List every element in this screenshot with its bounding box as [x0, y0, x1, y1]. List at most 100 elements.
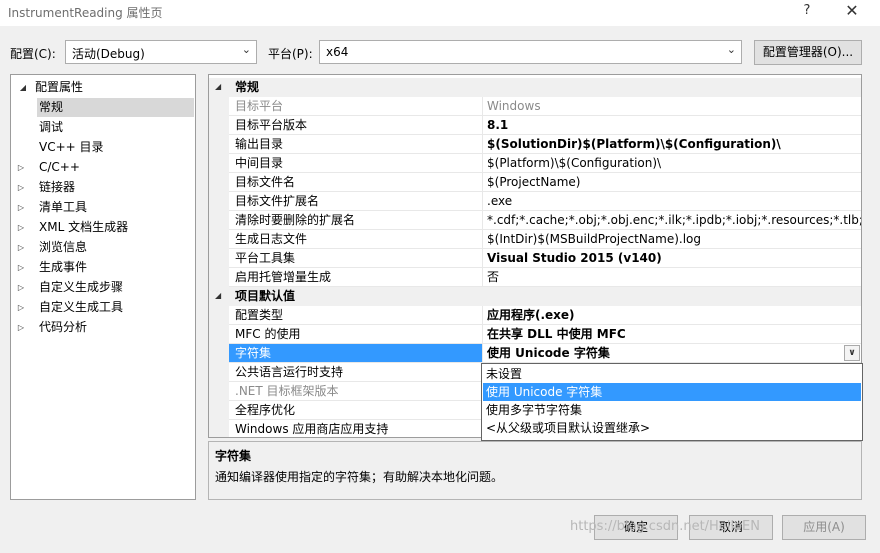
dropdown-option[interactable]: 使用多字节字符集	[483, 401, 861, 419]
property-value[interactable]: $(IntDir)$(MSBuildProjectName).log	[483, 230, 861, 249]
property-tree[interactable]: ◢ 配置属性 常规 调试 VC++ 目录 ▷ C/C++ ▷ 链接器 ▷ 清单工具 ▷ XML 文档…	[10, 74, 196, 500]
property-value[interactable]: .exe	[483, 192, 861, 211]
grid-row[interactable]: 生成日志文件 $(IntDir)$(MSBuildProjectName).log	[209, 230, 861, 249]
chevron-down-icon[interactable]: ∨	[844, 345, 860, 361]
collapsed-triangle-icon[interactable]: ▷	[15, 318, 27, 337]
property-value-text: $(IntDir)$(MSBuildProjectName).log	[487, 232, 702, 246]
property-value[interactable]: 在共享 DLL 中使用 MFC	[483, 325, 861, 344]
property-name: 生成日志文件	[229, 230, 483, 249]
tree-item[interactable]: 调试	[37, 118, 194, 137]
property-value[interactable]: $(Platform)\$(Configuration)\	[483, 154, 861, 173]
help-icon[interactable]: ?	[800, 3, 814, 18]
grid-row[interactable]: 清除时要删除的扩展名 *.cdf;*.cache;*.obj;*.obj.enc;…	[209, 211, 861, 230]
property-value-text: 否	[487, 270, 500, 284]
charset-dropdown-list[interactable]: 未设置 使用 Unicode 字符集 使用多字节字符集 <从父级或项目默认设置继承>	[481, 363, 863, 441]
grid-row[interactable]: 启用托管增量生成否	[209, 268, 861, 287]
apply-button[interactable]: 应用(A)	[782, 515, 866, 540]
tree-item-label: 生成事件	[39, 260, 88, 274]
property-name: 平台工具集	[229, 249, 483, 268]
config-value: 活动(Debug)	[72, 47, 145, 61]
property-value[interactable]: 使用 Unicode 字符集 ∨	[483, 344, 861, 363]
grid-category[interactable]: ◢ 常规	[209, 78, 861, 97]
tree-item[interactable]: ▷ 自定义生成步骤	[18, 278, 194, 297]
property-name: 目标平台	[229, 97, 483, 116]
tree-item[interactable]: ▷ 生成事件	[18, 258, 194, 277]
property-value-text: 在共享 DLL 中使用 MFC	[487, 327, 626, 341]
tree-item-label: 代码分析	[39, 320, 88, 334]
property-value[interactable]: 否	[483, 268, 861, 287]
property-name: .NET 目标框架版本	[229, 382, 483, 401]
grid-row[interactable]: 平台工具集 Visual Studio 2015 (v140)	[209, 249, 861, 268]
grid-row-gutter	[209, 325, 229, 344]
config-manager-button[interactable]: 配置管理器(O)...	[754, 40, 862, 65]
property-value-text: Visual Studio 2015 (v140)	[487, 251, 662, 265]
property-name: 输出目录	[229, 135, 483, 154]
grid-row[interactable]: 目标文件名 $(ProjectName)	[209, 173, 861, 192]
tree-item[interactable]: ▷ XML 文档生成器	[18, 218, 194, 237]
dropdown-option[interactable]: 未设置	[483, 365, 861, 383]
platform-select[interactable]: x64 ⌄	[319, 40, 742, 64]
grid-row[interactable]: 中间目录 $(Platform)\$(Configuration)\	[209, 154, 861, 173]
tree-item[interactable]: ▷ 浏览信息	[18, 238, 194, 257]
tree-item[interactable]: ▷ 清单工具	[18, 198, 194, 217]
grid-row-gutter	[209, 211, 229, 230]
tree-item[interactable]: ▷ 代码分析	[18, 318, 194, 337]
grid-row[interactable]: 配置类型 应用程序(.exe)	[209, 306, 861, 325]
property-value[interactable]: Visual Studio 2015 (v140)	[483, 249, 861, 268]
property-name: 清除时要删除的扩展名	[229, 211, 483, 230]
grid-row[interactable]: 目标平台版本 8.1	[209, 116, 861, 135]
grid-row-gutter	[209, 249, 229, 268]
property-value[interactable]: $(ProjectName)	[483, 173, 861, 192]
dropdown-option[interactable]: 使用 Unicode 字符集	[483, 383, 861, 401]
grid-row-gutter	[209, 230, 229, 249]
platform-value: x64	[326, 45, 349, 59]
tree-item[interactable]: ▷ C/C++	[18, 158, 194, 177]
tree-item[interactable]: 常规	[37, 98, 194, 117]
collapsed-triangle-icon[interactable]: ▷	[15, 278, 27, 297]
window-title: InstrumentReading 属性页	[8, 6, 163, 20]
tree-root[interactable]: ◢ 配置属性	[17, 78, 193, 97]
property-value[interactable]: 8.1	[483, 116, 861, 135]
watermark: https://blog.csdn.net/HelloEN	[570, 519, 760, 534]
expanded-triangle-icon[interactable]: ◢	[215, 291, 221, 300]
grid-category[interactable]: ◢ 项目默认值	[209, 287, 861, 306]
expanded-triangle-icon: ◢	[19, 83, 27, 92]
chevron-down-icon: ⌄	[241, 43, 251, 56]
property-value[interactable]: *.cdf;*.cache;*.obj;*.obj.enc;*.ilk;*.ip…	[483, 211, 861, 230]
property-value-text: .exe	[487, 194, 513, 208]
collapsed-triangle-icon[interactable]: ▷	[15, 238, 27, 257]
platform-label: 平台(P):	[268, 47, 313, 61]
dropdown-option[interactable]: <从父级或项目默认设置继承>	[483, 419, 861, 437]
tree-item[interactable]: VC++ 目录	[37, 138, 194, 157]
grid-row-gutter	[209, 97, 229, 116]
property-value-text: *.cdf;*.cache;*.obj;*.obj.enc;*.ilk;*.ip…	[487, 213, 861, 227]
expanded-triangle-icon[interactable]: ◢	[215, 82, 221, 91]
property-value[interactable]: Windows	[483, 97, 861, 116]
collapsed-triangle-icon[interactable]: ▷	[15, 158, 27, 177]
collapsed-triangle-icon[interactable]: ▷	[15, 258, 27, 277]
grid-row[interactable]: 字符集 使用 Unicode 字符集 ∨	[209, 344, 861, 363]
collapsed-triangle-icon[interactable]: ▷	[15, 198, 27, 217]
property-value-text: 应用程序(.exe)	[487, 308, 575, 322]
grid-row[interactable]: 目标平台 Windows	[209, 97, 861, 116]
property-name: 全程序优化	[229, 401, 483, 420]
grid-row[interactable]: 输出目录 $(SolutionDir)$(Platform)\$(Configur…	[209, 135, 861, 154]
grid-row[interactable]: 目标文件扩展名 .exe	[209, 192, 861, 211]
property-value-text: $(ProjectName)	[487, 175, 581, 189]
grid-category-title: 项目默认值	[229, 287, 483, 306]
property-value[interactable]: $(SolutionDir)$(Platform)\$(Configuratio…	[483, 135, 861, 154]
property-value[interactable]: 应用程序(.exe)	[483, 306, 861, 325]
tree-item[interactable]: ▷ 自定义生成工具	[18, 298, 194, 317]
description-text: 通知编译器使用指定的字符集；有助解决本地化问题。	[215, 470, 504, 484]
close-icon[interactable]: ✕	[842, 1, 862, 20]
tree-item-label: 链接器	[39, 180, 76, 194]
config-select[interactable]: 活动(Debug) ⌄	[65, 40, 257, 64]
tree-item[interactable]: ▷ 链接器	[18, 178, 194, 197]
property-value-text: 8.1	[487, 118, 509, 132]
grid-row[interactable]: MFC 的使用 在共享 DLL 中使用 MFC	[209, 325, 861, 344]
collapsed-triangle-icon[interactable]: ▷	[15, 298, 27, 317]
collapsed-triangle-icon[interactable]: ▷	[15, 218, 27, 237]
property-name: 目标文件名	[229, 173, 483, 192]
grid-row-gutter	[209, 420, 229, 437]
collapsed-triangle-icon[interactable]: ▷	[15, 178, 27, 197]
